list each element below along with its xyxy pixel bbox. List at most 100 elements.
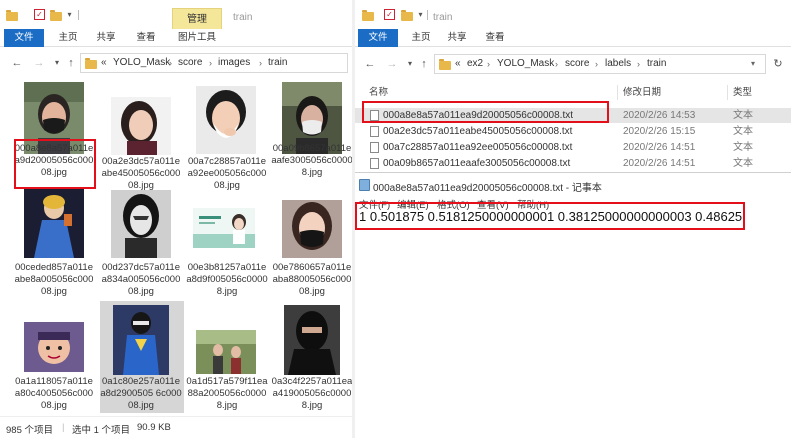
column-header-type[interactable]: 类型 <box>733 83 752 102</box>
column-divider <box>617 85 618 100</box>
customize-chevron-icon[interactable]: ▾ <box>64 9 75 20</box>
file-name: 00a2e3dc57a011eabe45005056c00008.txt <box>383 126 573 137</box>
properties-check-icon[interactable]: ✓ <box>384 9 395 20</box>
highlight-image-filename <box>14 139 96 189</box>
address-bar[interactable]: « ex2 › YOLO_Mask › score › labels › tra… <box>434 54 766 74</box>
back-arrow-icon[interactable]: ← <box>363 57 377 71</box>
breadcrumb-overflow[interactable]: « <box>101 54 107 72</box>
forward-arrow-icon[interactable]: → <box>32 56 46 70</box>
manage-contextual-tab[interactable]: 管理 <box>172 8 222 29</box>
left-title-bar: ✓ ▾ 管理 train <box>0 0 352 29</box>
tab-share[interactable]: 共享 <box>441 29 473 47</box>
breadcrumb-yolo-mask[interactable]: YOLO_Mask <box>113 54 170 72</box>
thumbnail-label[interactable]: 0a3c4f2257a011eaa419005056c00008.jpg <box>271 376 352 412</box>
notepad-window: 000a8e8a57a011ea9d20005056c00008.txt - 记… <box>355 172 791 438</box>
thumbnail-label[interactable]: 00a09b8657a011eaafe3005056c00008.jpg <box>271 143 352 179</box>
title-separator <box>427 10 428 20</box>
breadcrumb-train[interactable]: train <box>647 55 666 73</box>
breadcrumb-labels[interactable]: labels <box>605 55 631 73</box>
thumbnail-label[interactable]: 00a7c28857a011ea92ee005056c00008.jpg <box>186 156 268 192</box>
thumbnail-image[interactable] <box>24 322 84 372</box>
tab-picture-tools[interactable]: 图片工具 <box>170 29 224 47</box>
breadcrumb-chevron-icon: › <box>595 59 598 69</box>
up-arrow-icon[interactable]: ↑ <box>417 57 431 71</box>
thumbnail-image[interactable] <box>284 305 340 375</box>
thumbnail-label[interactable]: 0a1c80e257a011ea8d2900505 6c00008.jpg <box>100 376 182 412</box>
thumbnail-label[interactable]: 0a1a118057a011ea80c4005056c00008.jpg <box>13 376 95 412</box>
forward-arrow-icon[interactable]: → <box>385 57 399 71</box>
column-header-date[interactable]: 修改日期 <box>623 83 661 102</box>
file-name: 00a09b8657a011eaafe3005056c00008.txt <box>383 158 571 169</box>
file-type: 文本 <box>733 110 753 121</box>
right-ribbon-tabs: 文件 主页 共享 查看 <box>355 29 791 47</box>
tab-view[interactable]: 查看 <box>479 29 511 47</box>
tab-file[interactable]: 文件 <box>358 29 398 47</box>
file-row[interactable]: 00a2e3dc57a011eabe45005056c00008.txt 202… <box>355 124 791 139</box>
thumbnail-image[interactable] <box>282 200 342 258</box>
properties-check-icon[interactable]: ✓ <box>34 9 45 20</box>
selected-count: 选中 1 个项目 <box>72 425 131 436</box>
breadcrumb-chevron-icon: › <box>259 58 262 68</box>
up-arrow-icon[interactable]: ↑ <box>64 56 78 70</box>
folder-icon <box>362 10 374 21</box>
file-date: 2020/2/26 14:51 <box>623 158 696 169</box>
breadcrumb-score[interactable]: score <box>565 55 589 73</box>
thumbnail-image[interactable] <box>193 208 255 248</box>
address-dropdown-icon[interactable]: ▾ <box>751 55 755 73</box>
thumbnail-label[interactable]: 0a1d517a579f11ea88a2005056c00008.jpg <box>186 376 268 412</box>
left-ribbon-tabs: 文件 主页 共享 查看 图片工具 <box>0 29 352 47</box>
column-divider <box>727 85 728 100</box>
recent-chevron-icon[interactable]: ▾ <box>403 57 417 71</box>
tab-share[interactable]: 共享 <box>90 29 122 47</box>
thumbnail-image[interactable] <box>24 188 84 258</box>
file-type: 文本 <box>733 158 753 169</box>
text-file-icon <box>370 126 379 137</box>
thumbnail-image[interactable] <box>111 97 171 155</box>
breadcrumb-score[interactable]: score <box>178 54 202 72</box>
highlight-label-content <box>355 202 745 230</box>
recent-chevron-icon[interactable]: ▾ <box>50 56 64 70</box>
back-arrow-icon[interactable]: ← <box>10 56 24 70</box>
address-bar[interactable]: « YOLO_Mask › score › images › train <box>80 53 348 73</box>
item-count: 985 个项目 <box>6 425 53 436</box>
thumbnail-image[interactable] <box>113 305 169 375</box>
new-folder-icon[interactable] <box>401 10 413 21</box>
breadcrumb-images[interactable]: images <box>218 54 250 72</box>
thumbnail-label[interactable]: 00d237dc57a011ea834a005056c00008.jpg <box>100 262 182 298</box>
thumbnail-label[interactable]: 00e3b81257a011ea8d9f005056c00008.jpg <box>186 262 268 298</box>
file-row[interactable]: 00a09b8657a011eaafe3005056c00008.txt 202… <box>355 156 791 171</box>
breadcrumb-overflow[interactable]: « <box>455 55 461 73</box>
left-address-row: ← → ▾ ↑ « YOLO_Mask › score › images › t… <box>0 50 352 76</box>
refresh-icon[interactable]: ↻ <box>771 57 785 71</box>
thumbnail-label[interactable]: 00ceded857a011eabe8a005056c00008.jpg <box>13 262 95 298</box>
address-folder-icon <box>439 59 451 70</box>
window-title: train <box>233 12 253 23</box>
thumbnail-label[interactable]: 00a2e3dc57a011eabe45005056c00008.jpg <box>100 156 182 192</box>
text-file-icon <box>370 142 379 153</box>
notepad-title: 000a8e8a57a011ea9d20005056c00008.txt - 记… <box>373 183 602 194</box>
file-type: 文本 <box>733 142 753 153</box>
file-type: 文本 <box>733 126 753 137</box>
address-folder-icon <box>85 58 97 69</box>
new-folder-icon[interactable] <box>50 10 62 21</box>
thumbnail-image[interactable] <box>196 330 256 374</box>
column-header-name[interactable]: 名称 <box>369 83 388 102</box>
breadcrumb-train[interactable]: train <box>268 54 287 72</box>
thumbnail-image[interactable] <box>111 190 171 258</box>
left-status-bar: 985 个项目 | 选中 1 个项目 90.9 KB <box>0 416 352 438</box>
tab-home[interactable]: 主页 <box>405 29 437 47</box>
tab-view[interactable]: 查看 <box>130 29 162 47</box>
file-date: 2020/2/26 14:53 <box>623 110 696 121</box>
file-date: 2020/2/26 14:51 <box>623 142 696 153</box>
folder-icon <box>6 10 18 21</box>
breadcrumb-chevron-icon: › <box>169 58 172 68</box>
breadcrumb-ex2[interactable]: ex2 <box>467 55 483 73</box>
breadcrumb-yolo-mask[interactable]: YOLO_Mask <box>497 55 554 73</box>
customize-chevron-icon[interactable]: ▾ <box>415 9 426 20</box>
thumbnail-image[interactable] <box>196 86 256 154</box>
tab-file[interactable]: 文件 <box>4 29 44 47</box>
file-row[interactable]: 00a7c28857a011ea92ee005056c00008.txt 202… <box>355 140 791 155</box>
breadcrumb-chevron-icon: › <box>487 59 490 69</box>
tab-home[interactable]: 主页 <box>52 29 84 47</box>
thumbnail-label[interactable]: 00e7860657a011eaba88005056c00008.jpg <box>271 262 352 298</box>
